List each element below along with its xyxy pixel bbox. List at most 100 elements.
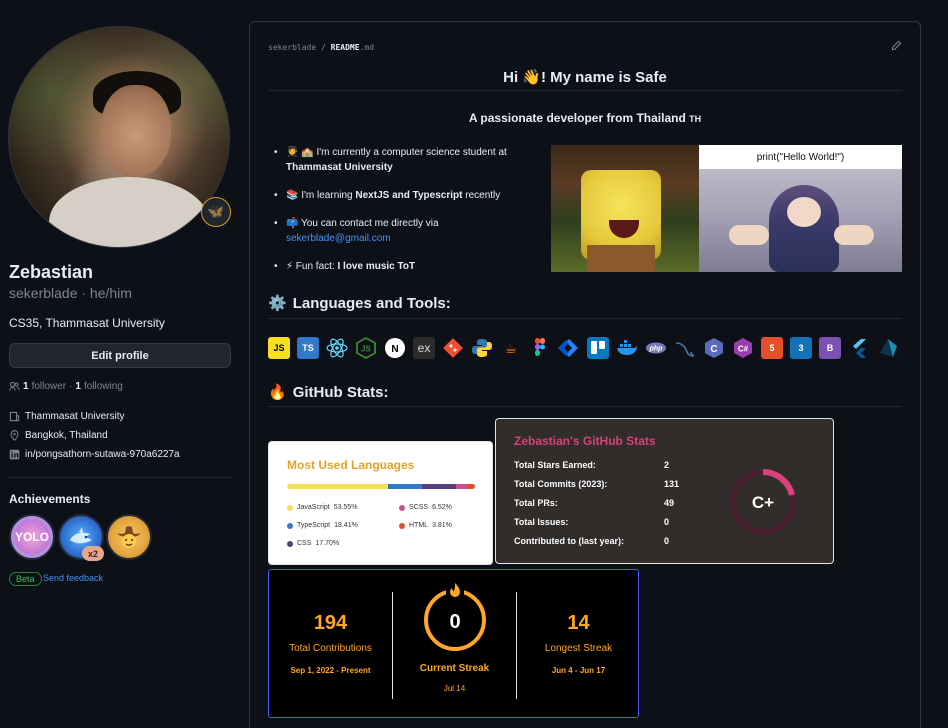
legend-percent: 18.41% <box>334 522 358 529</box>
organization-label: Thammasat University <box>25 411 125 422</box>
c-logo: C <box>705 338 723 358</box>
gear-icon: ⚙️ <box>268 295 287 312</box>
most-used-languages-card[interactable]: Most Used Languages JavaScript 53.55% SCS… <box>268 441 493 565</box>
edit-profile-button[interactable]: Edit profile <box>9 343 231 368</box>
heading-rule <box>268 90 902 91</box>
legend-name: SCSS <box>409 504 429 511</box>
prisma-icon[interactable] <box>877 337 899 359</box>
figma-icon[interactable] <box>529 337 551 359</box>
status-emoji-badge[interactable]: 🦋 <box>201 197 231 227</box>
followers-link[interactable]: follower <box>32 381 66 392</box>
total-label: Total Contributions <box>289 643 372 654</box>
python-icon[interactable] <box>471 337 493 359</box>
list-item: 🧑‍🎓 🏫 I'm currently a computer science s… <box>274 145 544 175</box>
organization-icon <box>9 411 20 422</box>
csharp-icon[interactable]: C# <box>732 337 754 359</box>
pencil-icon <box>891 40 902 51</box>
bullet-suffix: recently <box>462 190 501 201</box>
stats-heading-text: GitHub Stats: <box>292 383 389 401</box>
linkedin-icon <box>9 449 20 460</box>
php-icon[interactable]: php <box>645 337 667 359</box>
docker-icon[interactable] <box>616 337 638 359</box>
lang-segment-javascript <box>287 484 388 489</box>
typescript-icon[interactable]: TS <box>297 337 319 359</box>
longest-label: Longest Streak <box>544 643 613 654</box>
breadcrumb-owner[interactable]: sekerblade <box>268 43 316 52</box>
current-streak: 0 Current Streak Jul 14 <box>393 580 516 693</box>
github-stats-card[interactable]: Zebastian's GitHub Stats Total Stars Ear… <box>495 418 834 564</box>
java-icon[interactable]: ☕ <box>500 337 522 359</box>
spongebob-pants <box>587 245 655 272</box>
nextjs-icon[interactable]: N <box>384 337 406 359</box>
git-icon[interactable] <box>442 337 464 359</box>
achievement-quickdraw[interactable] <box>106 514 152 560</box>
current-value: 0 <box>449 611 460 633</box>
svg-text:N: N <box>391 344 398 355</box>
svg-text:php: php <box>649 346 664 353</box>
email-link[interactable]: sekerblade@gmail.com <box>286 233 391 244</box>
stat-label: Total Issues: <box>514 517 569 527</box>
jira-icon[interactable] <box>558 337 580 359</box>
languages-card-title: Most Used Languages <box>287 458 415 472</box>
followers-count[interactable]: 1 <box>23 381 29 392</box>
edit-readme-button[interactable] <box>891 40 902 54</box>
bullet-text: 📚 I'm learning <box>286 190 356 201</box>
legend-css: CSS 17.70% <box>287 540 339 547</box>
svg-text:C#: C# <box>738 345 749 354</box>
express-icon[interactable]: ex <box>413 337 435 359</box>
nextjs-logo: N <box>385 338 405 358</box>
current-label: Current Streak <box>419 663 490 674</box>
legend-name: CSS <box>297 540 312 547</box>
css3-icon[interactable]: 3 <box>790 337 812 359</box>
c-icon[interactable]: C <box>703 337 725 359</box>
breadcrumb-ext: .md <box>359 43 375 52</box>
lang-segment-html <box>467 484 475 489</box>
list-item: ⚡ Fun fact: I love music ToT <box>274 259 544 274</box>
anime-face <box>787 197 821 227</box>
send-feedback-link[interactable]: Send feedback <box>43 573 103 583</box>
lang-segment-typescript <box>387 484 423 489</box>
flutter-icon[interactable] <box>848 337 870 359</box>
bootstrap-icon[interactable]: B <box>819 337 841 359</box>
stat-value: 49 <box>664 498 675 508</box>
gif-caption: print("Hello World!") <box>699 145 902 169</box>
linkedin-link[interactable]: in/pongsathorn-sutawa-970a6227a <box>25 449 180 460</box>
current-date: Jul 14 <box>443 684 466 693</box>
bullet-bold: Thammasat University <box>286 162 393 173</box>
total-contributions: 194 Total Contributions Sep 1, 2022 - Pr… <box>269 612 392 675</box>
achievement-yolo[interactable]: YOLO <box>9 514 55 560</box>
javascript-icon[interactable]: JS <box>268 337 290 359</box>
languages-bar <box>287 484 475 489</box>
achievement-yolo-label: YOLO <box>14 530 49 544</box>
bullet-text: ⚡ Fun fact: <box>286 261 338 272</box>
longest-value: 14 <box>567 612 590 634</box>
mysql-icon[interactable] <box>674 337 696 359</box>
legend-javascript: JavaScript 53.55% <box>287 504 357 511</box>
breadcrumb-file[interactable]: README <box>331 43 360 52</box>
legend-name: JavaScript <box>297 504 330 511</box>
html5-icon[interactable]: 5 <box>761 337 783 359</box>
legend-dot <box>399 522 405 529</box>
stats-rule <box>268 406 902 407</box>
following-link[interactable]: following <box>84 381 123 392</box>
bullet-bold: I love music ToT <box>337 261 416 272</box>
trello-icon[interactable] <box>587 337 609 359</box>
stat-value: 0 <box>664 536 670 546</box>
streak-card[interactable]: 194 Total Contributions Sep 1, 2022 - Pr… <box>268 569 639 718</box>
stat-value: 131 <box>664 479 680 489</box>
react-icon[interactable] <box>326 337 348 359</box>
flutter-logo <box>853 339 866 358</box>
legend-typescript: TypeScript 18.41% <box>287 522 358 529</box>
organization-item: Thammasat University <box>9 411 124 422</box>
figma-logo <box>535 338 545 356</box>
nodejs-icon[interactable]: JS <box>355 337 377 359</box>
achievements-title[interactable]: Achievements <box>9 492 90 506</box>
nodejs-logo: JS <box>356 337 376 359</box>
stat-value: 0 <box>664 517 670 527</box>
docker-logo <box>617 340 637 355</box>
breadcrumb-separator: / <box>321 43 326 52</box>
avatar[interactable] <box>8 26 230 248</box>
list-item: 📫 You can contact me directly via sekerb… <box>274 216 544 246</box>
following-count[interactable]: 1 <box>75 381 81 392</box>
follow-stats: 1 follower · 1 following <box>9 381 123 392</box>
